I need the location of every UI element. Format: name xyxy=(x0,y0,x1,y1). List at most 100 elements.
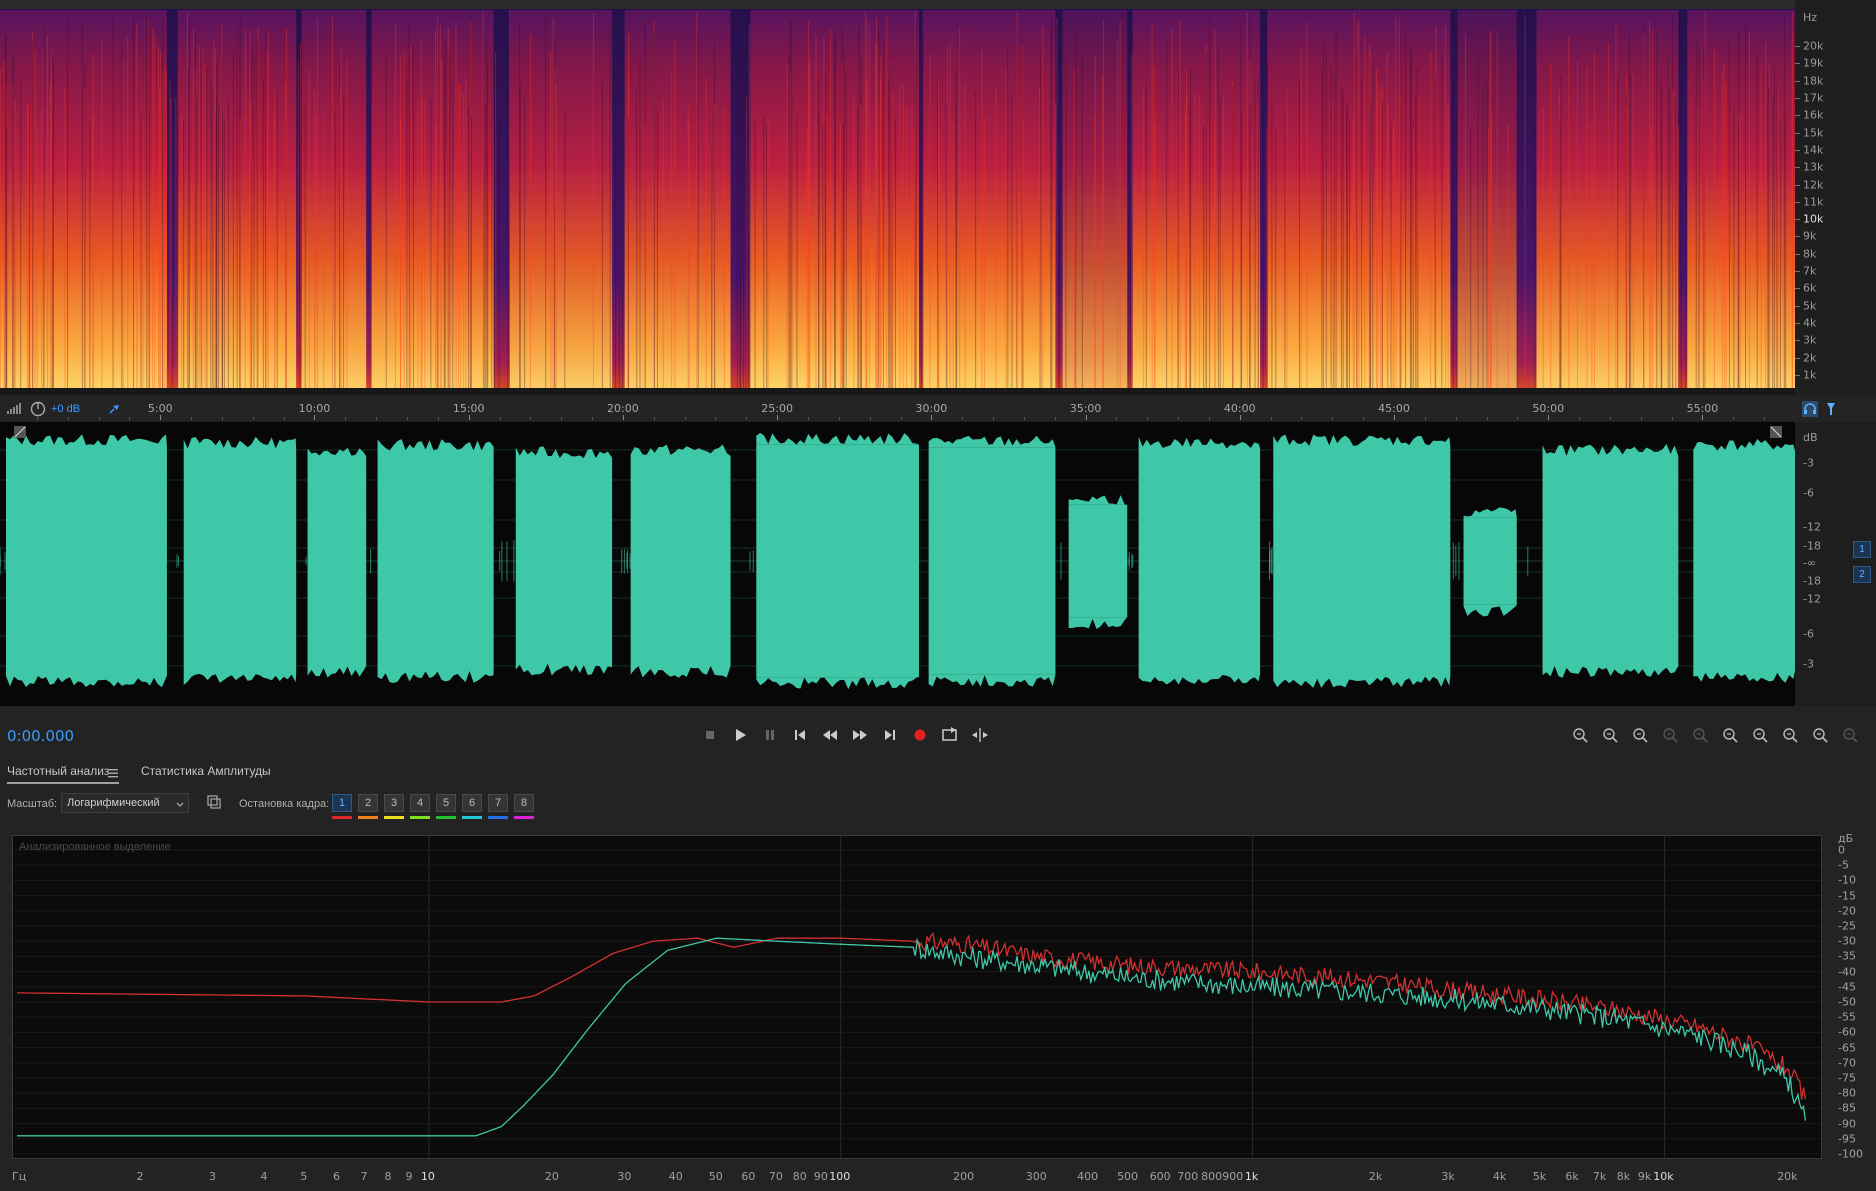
waveform-body xyxy=(1138,448,1261,674)
frequency-tick xyxy=(1795,323,1800,325)
time-tick-label: 10:00 xyxy=(298,402,331,415)
frequency-tick-label: 14k xyxy=(1803,143,1824,157)
channel-1-toggle[interactable]: 1 xyxy=(1853,541,1871,558)
frequency-tick-label: 5k xyxy=(1803,299,1817,313)
freeze-frame-slot-2[interactable]: 2 xyxy=(358,794,378,812)
y-tick-label: -90 xyxy=(1838,1117,1856,1131)
waveform-body xyxy=(183,448,297,674)
waveform-peak-top xyxy=(6,434,167,446)
waveform-peak-top xyxy=(1463,507,1517,518)
channel-2-toggle[interactable]: 2 xyxy=(1853,566,1871,583)
zoom-in-amplitude-icon[interactable] xyxy=(1570,725,1590,745)
db-tick-label: -18 xyxy=(1803,539,1821,553)
frequency-tick xyxy=(1795,305,1800,307)
freeze-frame-slot-8[interactable]: 8 xyxy=(514,794,534,812)
waveform-view[interactable] xyxy=(0,422,1795,706)
marker-pin-icon[interactable] xyxy=(1824,401,1838,417)
frequency-tick xyxy=(1795,219,1800,221)
zoom-in-right-icon[interactable] xyxy=(1750,725,1770,745)
y-tick-label: -35 xyxy=(1838,949,1856,963)
frequency-tick xyxy=(1795,167,1800,169)
pin-icon[interactable] xyxy=(107,402,121,416)
db-tick-label: -3 xyxy=(1803,456,1814,470)
waveform-peak-bottom xyxy=(183,673,297,685)
frequency-analysis-graph[interactable]: Анализированное выделение xyxy=(12,835,1822,1159)
current-time-display[interactable]: 0:00.000 xyxy=(7,727,74,745)
zoom-out-full-wave-icon[interactable] xyxy=(1780,725,1800,745)
frequency-tick-label: 12k xyxy=(1803,178,1824,192)
time-minor-tick xyxy=(1640,417,1642,420)
skip-to-end-button[interactable] xyxy=(880,725,900,745)
panel-menu-icon[interactable] xyxy=(108,765,118,778)
time-tick-label: 15:00 xyxy=(452,402,485,415)
time-minor-tick xyxy=(283,417,285,420)
waveform-peak-top xyxy=(928,435,1056,448)
freeze-frame-color-4 xyxy=(410,816,430,819)
spectrogram-view[interactable] xyxy=(0,0,1795,395)
zoom-out-amplitude-icon[interactable] xyxy=(1600,725,1620,745)
freeze-frame-slot-6[interactable]: 6 xyxy=(462,794,482,812)
time-minor-tick xyxy=(684,417,686,420)
x-tick-label: 2 xyxy=(136,1170,144,1183)
zoom-fit-icon[interactable] xyxy=(1690,725,1710,745)
time-tick xyxy=(468,415,470,420)
time-minor-tick xyxy=(592,417,594,420)
freeze-frame-color-8 xyxy=(514,816,534,819)
stop-button[interactable] xyxy=(700,725,720,745)
fast-forward-button[interactable] xyxy=(850,725,870,745)
timeline-ruler[interactable]: +0 dB 5:00 10:00 15:00 20:00 25:00 30:00 35:00… xyxy=(0,398,1876,420)
freeze-frame-slot-3[interactable]: 3 xyxy=(384,794,404,812)
time-tick xyxy=(1702,415,1704,420)
series-line-2 xyxy=(17,937,1807,1137)
skip-selection-button[interactable] xyxy=(970,725,990,745)
expand-corner-icon[interactable] xyxy=(14,425,26,438)
x-tick-label: 6 xyxy=(332,1170,340,1183)
time-tick-label: 20:00 xyxy=(607,402,639,415)
copy-snapshot-icon[interactable] xyxy=(207,795,221,809)
tab-frequency-analysis[interactable]: Частотный анализ xyxy=(7,764,109,778)
time-tick xyxy=(622,415,624,420)
waveform-peak-top xyxy=(515,446,613,459)
time-minor-tick xyxy=(1023,417,1025,420)
waveform-peak-bottom xyxy=(630,666,731,678)
loop-playback-button[interactable] xyxy=(940,725,960,745)
freeze-frame-color-5 xyxy=(436,816,456,819)
frequency-tick xyxy=(1795,236,1800,238)
zoom-out-full-icon[interactable] xyxy=(1660,725,1680,745)
scale-dropdown[interactable]: Логарифмический xyxy=(61,793,189,813)
freeze-frame-slot-7[interactable]: 7 xyxy=(488,794,508,812)
play-button[interactable] xyxy=(730,725,750,745)
freeze-frame-slot-5[interactable]: 5 xyxy=(436,794,456,812)
amplitude-unit: dB xyxy=(1803,431,1818,444)
volume-level[interactable]: +0 dB xyxy=(51,403,80,415)
spectral-display-icon[interactable] xyxy=(6,402,22,415)
freeze-frame-slot-4[interactable]: 4 xyxy=(410,794,430,812)
zoom-reset-icon[interactable] xyxy=(1810,725,1830,745)
time-minor-tick xyxy=(221,417,223,420)
frequency-tick-label: 20k xyxy=(1803,39,1824,53)
x-tick-label: 4k xyxy=(1492,1170,1507,1183)
waveform-segment xyxy=(1693,439,1795,683)
spectrogram-top-bar xyxy=(0,0,1795,9)
time-tick xyxy=(314,415,316,420)
pause-button[interactable] xyxy=(760,725,780,745)
collapse-corner-icon[interactable] xyxy=(1770,425,1782,438)
time-minor-tick xyxy=(993,417,995,420)
rewind-button[interactable] xyxy=(820,725,840,745)
spectrogram-bottom-edge xyxy=(0,388,1795,395)
volume-knob-icon[interactable] xyxy=(30,401,46,417)
frequency-tick-label: 11k xyxy=(1803,195,1824,209)
x-tick-label: 50 xyxy=(708,1170,723,1183)
time-minor-tick xyxy=(1054,417,1056,420)
skip-to-start-button[interactable] xyxy=(790,725,810,745)
tab-amplitude-statistics[interactable]: Статистика Амплитуды xyxy=(141,764,271,778)
time-tick-label: 50:00 xyxy=(1532,402,1565,415)
freeze-frame-color-3 xyxy=(384,816,404,819)
spectrogram-band xyxy=(371,10,494,395)
zoom-in-selection-icon[interactable] xyxy=(1630,725,1650,745)
zoom-selection-icon[interactable] xyxy=(1840,725,1860,745)
freeze-frame-slot-1[interactable]: 1 xyxy=(332,794,352,812)
headphones-icon[interactable] xyxy=(1802,401,1818,417)
record-button[interactable] xyxy=(910,725,930,745)
zoom-in-left-icon[interactable] xyxy=(1720,725,1740,745)
